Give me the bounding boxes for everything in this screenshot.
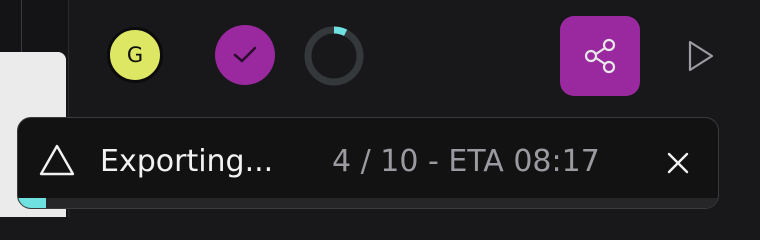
warning-triangle-icon [39,144,75,176]
toast-title: Exporting... [100,144,274,179]
play-icon[interactable] [686,38,716,74]
toast-progress-fill [18,198,46,208]
toast-progress-text: 4 / 10 - ETA 08:17 [332,144,600,179]
user-avatar[interactable]: G [107,27,163,83]
avatar-initial: G [126,43,144,67]
share-button[interactable] [560,16,640,96]
confirm-button[interactable] [215,25,275,85]
share-icon [584,38,616,74]
toast-progress-bar [18,198,718,208]
close-icon[interactable] [666,151,690,175]
export-toast: Exporting... 4 / 10 - ETA 08:17 [17,117,719,209]
check-icon [233,46,257,63]
loading-spinner-icon [304,26,364,86]
